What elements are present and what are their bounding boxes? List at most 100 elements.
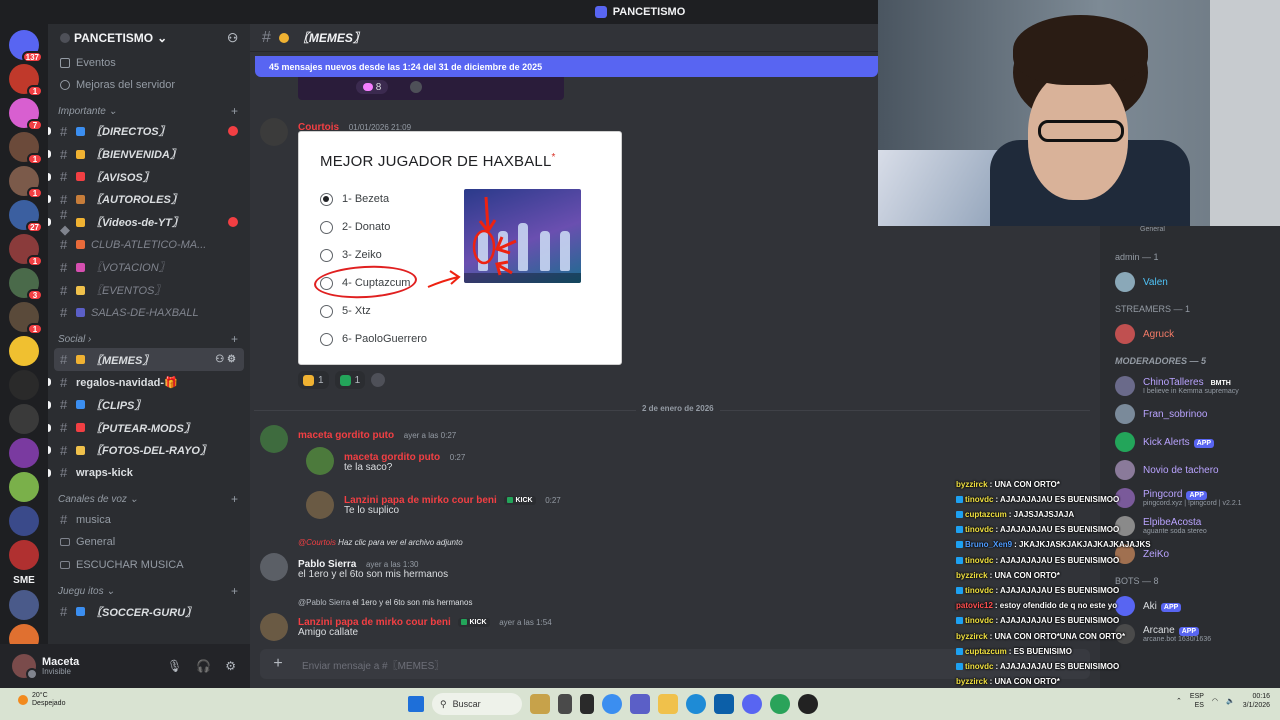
category-social[interactable]: Social › +: [48, 330, 250, 348]
server-icon[interactable]: 1: [9, 132, 43, 165]
edge-icon[interactable]: [686, 694, 706, 714]
wifi-icon[interactable]: ◠: [1212, 697, 1218, 705]
member-item[interactable]: Valen: [1115, 272, 1168, 292]
server-header[interactable]: PANCETISMO ⌄ ⚇: [48, 24, 250, 52]
radio-button[interactable]: [320, 304, 333, 318]
reaction-chip[interactable]: 1: [298, 371, 329, 389]
radio-button[interactable]: [320, 220, 333, 234]
folder-icon[interactable]: [658, 694, 678, 714]
poll-option[interactable]: 5- Xtz: [320, 303, 371, 319]
poll-option[interactable]: 2- Donato: [320, 219, 390, 235]
server-icon[interactable]: 1: [9, 166, 43, 199]
server-icon[interactable]: [9, 438, 39, 468]
add-channel-icon[interactable]: +: [231, 104, 238, 118]
channel-item[interactable]: # 〖AUTOROLES〗: [48, 188, 250, 211]
store-icon[interactable]: [714, 694, 734, 714]
avatar[interactable]: [306, 491, 334, 519]
channel-item[interactable]: # CLUB-ATLETICO-MA...: [48, 233, 250, 256]
server-icon[interactable]: [9, 336, 39, 366]
invite-people-icon[interactable]: ⚇: [227, 31, 238, 45]
new-messages-banner[interactable]: 45 mensajes nuevos desde las 1:24 del 31…: [255, 56, 878, 77]
clock[interactable]: 00:16 3/1/2026: [1243, 692, 1270, 710]
member-item[interactable]: Novio de tachero: [1115, 460, 1219, 480]
weather-widget[interactable]: 20°C Despejado: [18, 692, 65, 709]
member-item[interactable]: Fran_sobrinoo: [1115, 404, 1207, 424]
poll-option[interactable]: 6- PaoloGuerrero: [320, 331, 427, 347]
reaction-chip[interactable]: 8: [356, 80, 388, 94]
mic-icon[interactable]: 🎙: [167, 659, 182, 673]
server-icon[interactable]: [9, 472, 39, 502]
gear-icon[interactable]: ⚙: [225, 659, 236, 673]
channel-item[interactable]: # 〖VOTACION〗: [48, 256, 250, 279]
channel-item[interactable]: # 〖BIENVENIDA〗: [48, 143, 250, 166]
server-icon[interactable]: 1: [9, 64, 43, 97]
obs-icon[interactable]: [798, 694, 818, 714]
language-indicator[interactable]: ESP ES: [1190, 692, 1204, 710]
add-channel-icon[interactable]: +: [231, 332, 238, 346]
category-voice[interactable]: Canales de voz ⌄ +: [48, 490, 250, 508]
server-icon[interactable]: [9, 540, 39, 570]
channel-item[interactable]: # 〖PUTEAR-MODS〗: [48, 416, 250, 439]
channel-item[interactable]: # SALAS-DE-HAXBALL: [48, 302, 250, 325]
channel-item[interactable]: # 〖FOTOS-DEL-RAYO〗: [48, 439, 250, 462]
game-app-icon[interactable]: [530, 694, 550, 714]
voice-channel[interactable]: General: [48, 531, 250, 554]
reply-reference[interactable]: @Courtois Haz clic para ver el archivo a…: [298, 538, 463, 547]
poll-option[interactable]: 1- Bezeta: [320, 191, 389, 207]
server-icon[interactable]: 137: [9, 30, 43, 63]
server-icon[interactable]: [9, 370, 39, 400]
channel-item[interactable]: # regalos-navidad-🎁: [48, 371, 250, 394]
avatar[interactable]: [260, 425, 288, 453]
reply-reference[interactable]: @Pablo Sierra el 1ero y el 6to son mis h…: [298, 598, 472, 607]
poll-option[interactable]: 3- Zeiko: [320, 247, 382, 263]
avatar[interactable]: [260, 613, 288, 641]
nav-events[interactable]: Eventos: [48, 52, 250, 74]
radio-button[interactable]: [320, 192, 333, 206]
add-channel-icon[interactable]: +: [231, 492, 238, 506]
server-icon[interactable]: [9, 590, 39, 620]
server-icon[interactable]: 1: [9, 234, 43, 267]
server-icon[interactable]: 3: [9, 268, 43, 301]
avatar[interactable]: [306, 447, 334, 475]
nav-boosts[interactable]: Mejoras del servidor: [48, 74, 250, 96]
avatar[interactable]: [260, 553, 288, 581]
capcut-icon[interactable]: [580, 694, 594, 714]
server-icon[interactable]: 7: [9, 98, 43, 131]
category-importante[interactable]: Importante ⌄ +: [48, 102, 250, 120]
member-item[interactable]: Agruck: [1115, 324, 1174, 344]
server-icon[interactable]: 27: [9, 200, 43, 233]
add-reaction-icon[interactable]: [371, 373, 386, 387]
chevron-up-icon[interactable]: ⌃: [1176, 697, 1182, 705]
teams-icon[interactable]: [630, 694, 650, 714]
server-folder-label[interactable]: SME: [9, 574, 39, 586]
channel-item[interactable]: # 〖EVENTOS〗: [48, 279, 250, 302]
add-channel-icon[interactable]: +: [231, 584, 238, 598]
reaction-chip[interactable]: 1: [334, 371, 366, 389]
member-item[interactable]: ChinoTalleres BMTH I believe in Kemma supr…: [1115, 376, 1239, 396]
radio-button[interactable]: [320, 248, 333, 262]
channel-item[interactable]: # ◆ 〖Videos-de-YT〗: [48, 207, 250, 237]
channel-item[interactable]: # wraps-kick: [48, 462, 250, 485]
headphones-icon[interactable]: 🎧: [196, 659, 211, 673]
channel-item[interactable]: # 〖DIRECTOS〗: [48, 120, 250, 143]
avatar[interactable]: [12, 654, 38, 680]
category-juegos[interactable]: Juegu itos ⌄ +: [48, 582, 250, 600]
voice-channel[interactable]: ESCUCHAR MUSICA: [48, 554, 250, 577]
avatar[interactable]: [260, 118, 288, 146]
chrome-icon[interactable]: [770, 694, 790, 714]
voice-channel[interactable]: # musica: [48, 508, 250, 531]
member-item[interactable]: Kick Alerts APP: [1115, 432, 1215, 452]
discord-icon[interactable]: [742, 694, 762, 714]
channel-item[interactable]: # 〖AVISOS〗: [48, 165, 250, 188]
taskbar-search[interactable]: ⚲ Buscar: [432, 693, 522, 715]
radio-button[interactable]: [320, 332, 333, 346]
windows-start-icon[interactable]: [408, 696, 424, 712]
volume-icon[interactable]: 🔈: [1226, 697, 1235, 705]
server-icon[interactable]: [9, 404, 39, 434]
message-author[interactable]: maceta gordito puto: [298, 430, 394, 441]
channel-item[interactable]: # 〖SOCCER-GURU〗: [48, 600, 250, 623]
channel-item[interactable]: # 〖CLIPS〗: [48, 394, 250, 417]
server-icon[interactable]: [9, 506, 39, 536]
add-reaction-icon[interactable]: [410, 81, 422, 93]
attach-plus-icon[interactable]: +: [270, 655, 286, 672]
